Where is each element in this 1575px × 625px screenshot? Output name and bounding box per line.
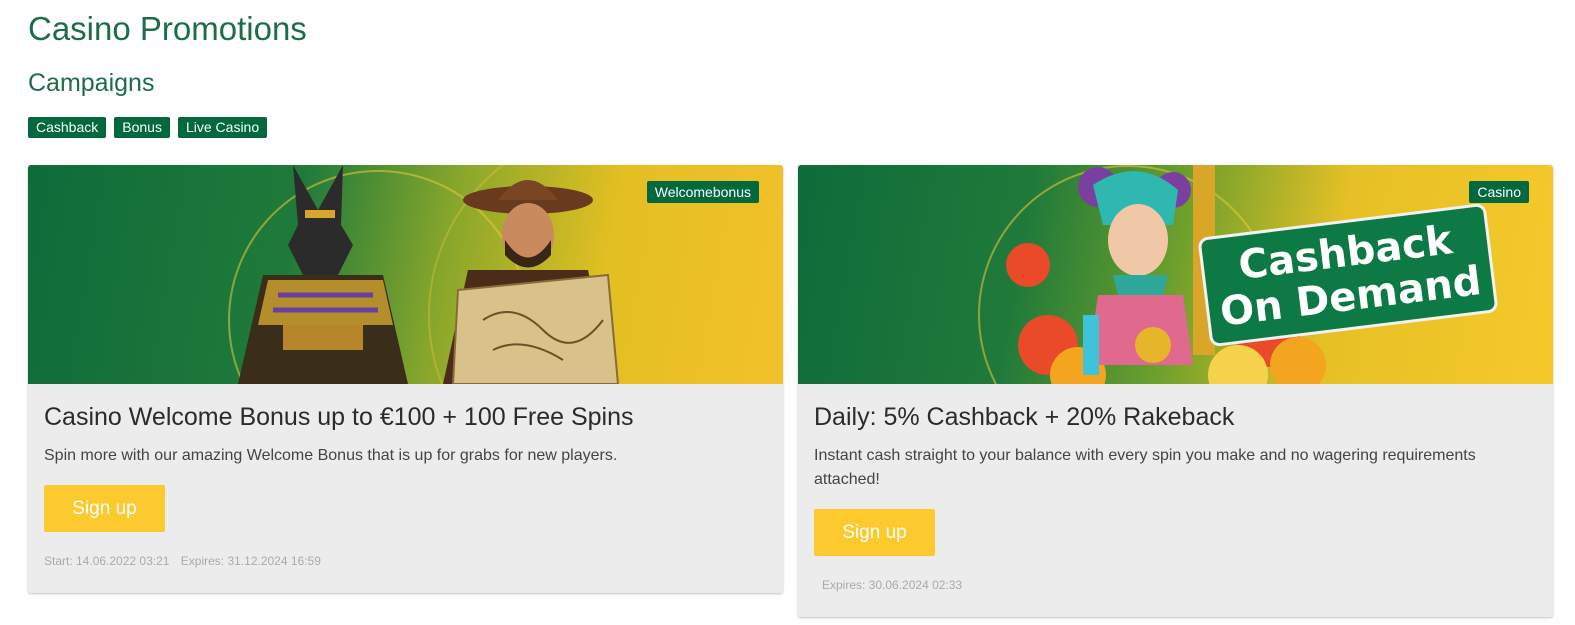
category-badge: Casino xyxy=(1469,181,1529,203)
section-title: Campaigns xyxy=(28,69,155,97)
cashback-banner-image[interactable]: Cashback On Demand Casino xyxy=(798,165,1553,384)
anubis-character-illustration xyxy=(238,165,408,384)
promo-title: Daily: 5% Cashback + 20% Rakeback xyxy=(814,403,1235,431)
filter-live-casino[interactable]: Live Casino xyxy=(177,117,268,138)
category-badge: Welcomebonus xyxy=(646,181,759,203)
promo-dates: Start: 14.06.2022 03:21 Expires: 31.12.2… xyxy=(44,554,767,568)
welcome-banner-image[interactable]: Welcomebonus xyxy=(28,165,783,384)
expiry-date: Expires: 31.12.2024 16:59 xyxy=(180,554,321,568)
filter-cashback[interactable]: Cashback xyxy=(28,117,107,138)
promo-card-cashback: Cashback On Demand Casino Daily: 5% Cash… xyxy=(798,165,1553,617)
page-title: Casino Promotions xyxy=(28,10,307,47)
sign-up-button[interactable]: Sign up xyxy=(814,509,935,556)
promo-dates: Expires: 30.06.2024 02:33 xyxy=(814,578,1537,592)
expiry-date: Expires: 30.06.2024 02:33 xyxy=(822,578,963,592)
explorer-character-illustration xyxy=(443,180,620,384)
campaign-filters: Cashback Bonus Live Casino xyxy=(28,117,268,138)
sign-up-button[interactable]: Sign up xyxy=(44,485,165,532)
promo-card-welcome: Welcomebonus Casino Welcome Bonus up to … xyxy=(28,165,783,593)
promo-title: Casino Welcome Bonus up to €100 + 100 Fr… xyxy=(44,403,634,431)
promo-description: Instant cash straight to your balance wi… xyxy=(814,447,1476,488)
filter-bonus[interactable]: Bonus xyxy=(114,117,170,138)
promo-description: Spin more with our amazing Welcome Bonus… xyxy=(44,447,618,464)
start-date: Start: 14.06.2022 03:21 xyxy=(44,554,170,568)
